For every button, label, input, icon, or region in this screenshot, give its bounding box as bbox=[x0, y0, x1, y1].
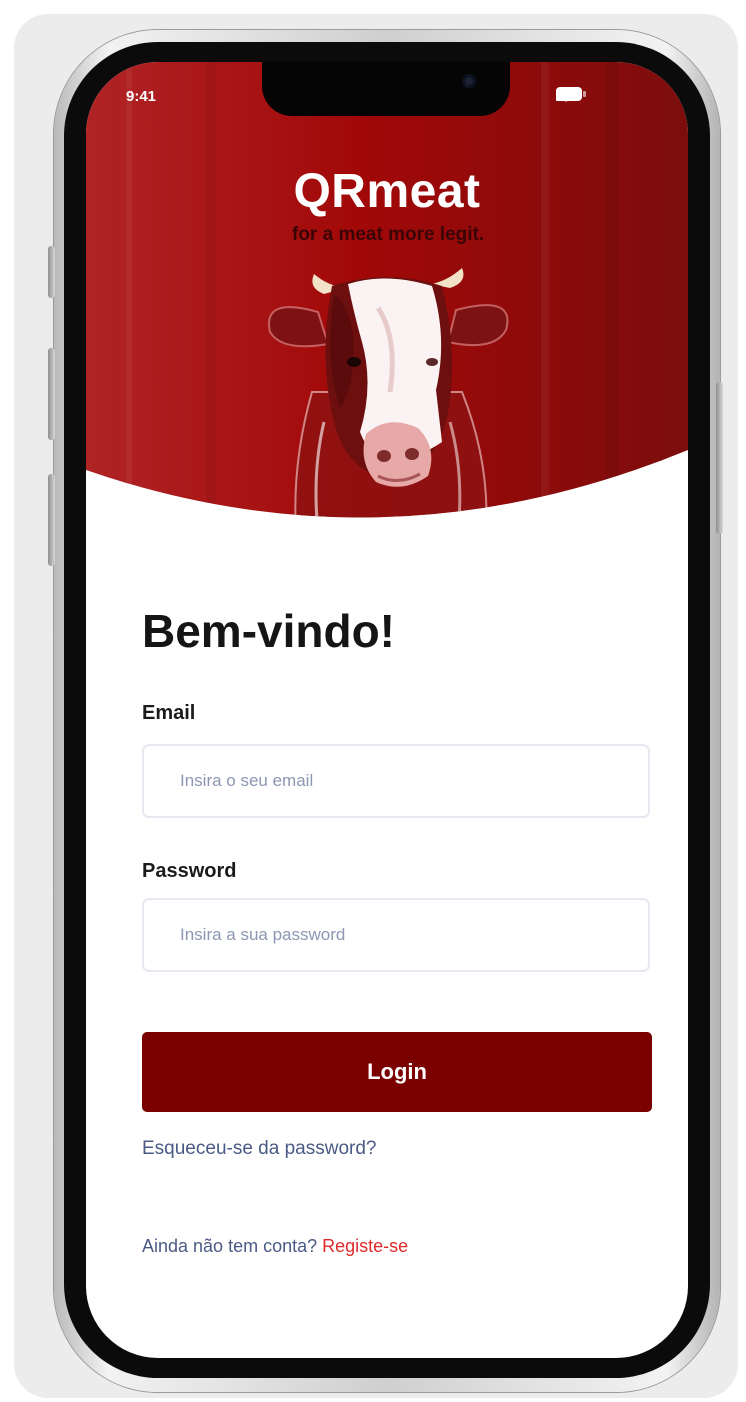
action-button bbox=[48, 246, 55, 298]
password-field[interactable] bbox=[142, 898, 650, 972]
battery-icon bbox=[556, 87, 586, 101]
forgot-password-link[interactable]: Esqueceu-se da password? bbox=[142, 1138, 376, 1160]
email-field[interactable] bbox=[142, 744, 650, 818]
volume-down-button bbox=[48, 474, 55, 566]
hero-background bbox=[86, 62, 688, 518]
status-time: 9:41 bbox=[126, 88, 157, 105]
password-label: Password bbox=[142, 860, 237, 882]
register-prompt-text: Ainda não tem conta? bbox=[142, 1236, 318, 1256]
camera-icon bbox=[462, 74, 476, 88]
login-button[interactable]: Login bbox=[142, 1032, 652, 1112]
email-label: Email bbox=[142, 702, 196, 724]
volume-up-button bbox=[48, 348, 55, 440]
register-prompt: Ainda não tem conta? Registe-se bbox=[142, 1236, 408, 1257]
welcome-heading: Bem-vindo! bbox=[142, 605, 395, 657]
phone-screen: 9:41 QRmeat for a meat more legit. Bem-v… bbox=[86, 62, 688, 1358]
app-title: QRmeat bbox=[293, 165, 481, 218]
register-link[interactable]: Registe-se bbox=[322, 1236, 408, 1256]
app-tagline: for a meat more legit. bbox=[292, 224, 485, 245]
phone-notch bbox=[262, 62, 510, 116]
hero-banner: 9:41 QRmeat for a meat more legit. bbox=[86, 62, 688, 532]
power-button bbox=[716, 382, 723, 534]
